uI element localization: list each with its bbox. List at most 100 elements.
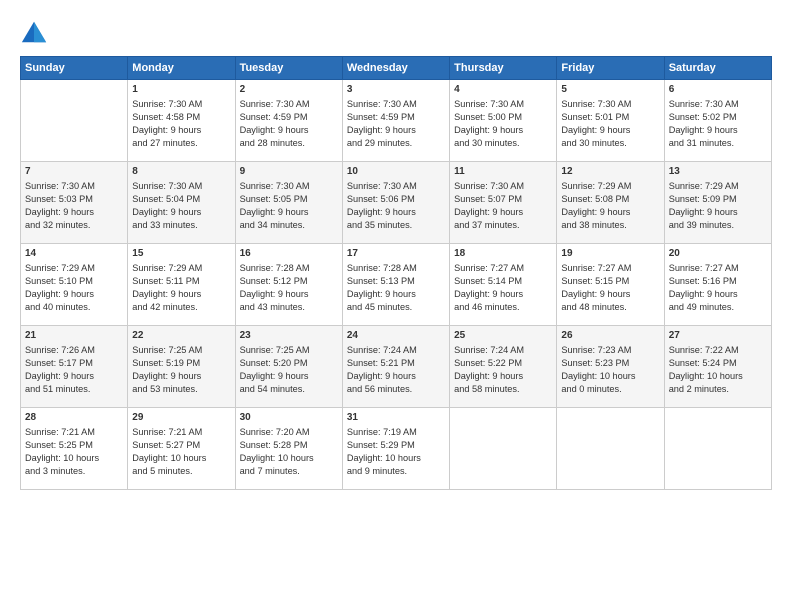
cell-line: Sunset: 5:27 PM <box>132 439 230 452</box>
cell-line: Daylight: 9 hours <box>347 288 445 301</box>
cell-line: Daylight: 10 hours <box>669 370 767 383</box>
cell-content: 7Sunrise: 7:30 AMSunset: 5:03 PMDaylight… <box>25 165 123 232</box>
calendar-cell: 26Sunrise: 7:23 AMSunset: 5:23 PMDayligh… <box>557 326 664 408</box>
cell-line: Sunrise: 7:26 AM <box>25 344 123 357</box>
cell-line: and 5 minutes. <box>132 465 230 478</box>
week-row-3: 21Sunrise: 7:26 AMSunset: 5:17 PMDayligh… <box>21 326 772 408</box>
day-number: 26 <box>561 329 659 343</box>
cell-line: Daylight: 9 hours <box>25 288 123 301</box>
page: SundayMondayTuesdayWednesdayThursdayFrid… <box>0 0 792 612</box>
calendar-cell: 13Sunrise: 7:29 AMSunset: 5:09 PMDayligh… <box>664 162 771 244</box>
cell-line: Sunset: 4:58 PM <box>132 111 230 124</box>
calendar-cell: 7Sunrise: 7:30 AMSunset: 5:03 PMDaylight… <box>21 162 128 244</box>
cell-content: 13Sunrise: 7:29 AMSunset: 5:09 PMDayligh… <box>669 165 767 232</box>
cell-content: 21Sunrise: 7:26 AMSunset: 5:17 PMDayligh… <box>25 329 123 396</box>
calendar-cell: 12Sunrise: 7:29 AMSunset: 5:08 PMDayligh… <box>557 162 664 244</box>
cell-content: 1Sunrise: 7:30 AMSunset: 4:58 PMDaylight… <box>132 83 230 150</box>
cell-content: 9Sunrise: 7:30 AMSunset: 5:05 PMDaylight… <box>240 165 338 232</box>
cell-line: Sunset: 5:14 PM <box>454 275 552 288</box>
day-number: 23 <box>240 329 338 343</box>
day-number: 5 <box>561 83 659 97</box>
cell-line: Sunset: 5:08 PM <box>561 193 659 206</box>
cell-line: Sunrise: 7:30 AM <box>669 98 767 111</box>
header-cell-saturday: Saturday <box>664 57 771 80</box>
cell-line: Sunset: 5:10 PM <box>25 275 123 288</box>
week-row-2: 14Sunrise: 7:29 AMSunset: 5:10 PMDayligh… <box>21 244 772 326</box>
cell-line: Sunset: 5:21 PM <box>347 357 445 370</box>
cell-line: and 32 minutes. <box>25 219 123 232</box>
cell-content: 29Sunrise: 7:21 AMSunset: 5:27 PMDayligh… <box>132 411 230 478</box>
cell-line: Sunset: 5:05 PM <box>240 193 338 206</box>
cell-line: Sunrise: 7:27 AM <box>669 262 767 275</box>
cell-line: Daylight: 9 hours <box>240 370 338 383</box>
cell-line: Sunset: 5:11 PM <box>132 275 230 288</box>
calendar-cell: 25Sunrise: 7:24 AMSunset: 5:22 PMDayligh… <box>450 326 557 408</box>
calendar-cell: 15Sunrise: 7:29 AMSunset: 5:11 PMDayligh… <box>128 244 235 326</box>
cell-line: Sunrise: 7:30 AM <box>240 180 338 193</box>
cell-content: 14Sunrise: 7:29 AMSunset: 5:10 PMDayligh… <box>25 247 123 314</box>
header <box>20 18 772 46</box>
cell-line: Sunrise: 7:30 AM <box>454 180 552 193</box>
cell-line: Daylight: 9 hours <box>669 206 767 219</box>
cell-line: Sunrise: 7:24 AM <box>454 344 552 357</box>
cell-line: Daylight: 9 hours <box>347 206 445 219</box>
day-number: 17 <box>347 247 445 261</box>
day-number: 25 <box>454 329 552 343</box>
cell-line: and 33 minutes. <box>132 219 230 232</box>
logo-icon <box>20 18 48 46</box>
cell-line: and 58 minutes. <box>454 383 552 396</box>
cell-content: 10Sunrise: 7:30 AMSunset: 5:06 PMDayligh… <box>347 165 445 232</box>
day-number: 4 <box>454 83 552 97</box>
calendar-cell: 31Sunrise: 7:19 AMSunset: 5:29 PMDayligh… <box>342 408 449 490</box>
cell-line: Daylight: 9 hours <box>132 124 230 137</box>
day-number: 10 <box>347 165 445 179</box>
cell-content: 5Sunrise: 7:30 AMSunset: 5:01 PMDaylight… <box>561 83 659 150</box>
calendar-cell: 8Sunrise: 7:30 AMSunset: 5:04 PMDaylight… <box>128 162 235 244</box>
cell-line: Sunset: 5:07 PM <box>454 193 552 206</box>
cell-line: Sunrise: 7:21 AM <box>25 426 123 439</box>
cell-line: Sunrise: 7:20 AM <box>240 426 338 439</box>
calendar-cell: 29Sunrise: 7:21 AMSunset: 5:27 PMDayligh… <box>128 408 235 490</box>
cell-line: and 45 minutes. <box>347 301 445 314</box>
calendar-cell: 16Sunrise: 7:28 AMSunset: 5:12 PMDayligh… <box>235 244 342 326</box>
cell-content: 28Sunrise: 7:21 AMSunset: 5:25 PMDayligh… <box>25 411 123 478</box>
calendar-cell: 4Sunrise: 7:30 AMSunset: 5:00 PMDaylight… <box>450 80 557 162</box>
day-number: 2 <box>240 83 338 97</box>
calendar-cell: 5Sunrise: 7:30 AMSunset: 5:01 PMDaylight… <box>557 80 664 162</box>
cell-line: Sunrise: 7:27 AM <box>561 262 659 275</box>
cell-content: 22Sunrise: 7:25 AMSunset: 5:19 PMDayligh… <box>132 329 230 396</box>
calendar-cell: 19Sunrise: 7:27 AMSunset: 5:15 PMDayligh… <box>557 244 664 326</box>
cell-content: 19Sunrise: 7:27 AMSunset: 5:15 PMDayligh… <box>561 247 659 314</box>
cell-line: Daylight: 9 hours <box>132 206 230 219</box>
week-row-1: 7Sunrise: 7:30 AMSunset: 5:03 PMDaylight… <box>21 162 772 244</box>
cell-line: Sunset: 5:20 PM <box>240 357 338 370</box>
cell-line: Sunrise: 7:30 AM <box>240 98 338 111</box>
cell-line: and 38 minutes. <box>561 219 659 232</box>
cell-line: Sunrise: 7:19 AM <box>347 426 445 439</box>
cell-line: Sunset: 5:19 PM <box>132 357 230 370</box>
cell-line: Sunrise: 7:27 AM <box>454 262 552 275</box>
cell-line: Sunset: 5:04 PM <box>132 193 230 206</box>
cell-line: and 37 minutes. <box>454 219 552 232</box>
cell-content: 24Sunrise: 7:24 AMSunset: 5:21 PMDayligh… <box>347 329 445 396</box>
cell-line: Sunrise: 7:30 AM <box>347 98 445 111</box>
cell-line: Daylight: 9 hours <box>240 124 338 137</box>
cell-content: 23Sunrise: 7:25 AMSunset: 5:20 PMDayligh… <box>240 329 338 396</box>
cell-line: Sunrise: 7:21 AM <box>132 426 230 439</box>
cell-line: Daylight: 9 hours <box>669 288 767 301</box>
cell-line: Daylight: 9 hours <box>25 206 123 219</box>
cell-line: Sunrise: 7:23 AM <box>561 344 659 357</box>
day-number: 20 <box>669 247 767 261</box>
cell-content: 27Sunrise: 7:22 AMSunset: 5:24 PMDayligh… <box>669 329 767 396</box>
header-cell-tuesday: Tuesday <box>235 57 342 80</box>
cell-line: Daylight: 9 hours <box>561 206 659 219</box>
cell-line: Daylight: 9 hours <box>561 124 659 137</box>
cell-line: and 30 minutes. <box>561 137 659 150</box>
cell-line: and 54 minutes. <box>240 383 338 396</box>
day-number: 6 <box>669 83 767 97</box>
cell-content: 25Sunrise: 7:24 AMSunset: 5:22 PMDayligh… <box>454 329 552 396</box>
cell-line: Sunset: 5:22 PM <box>454 357 552 370</box>
cell-line: Sunrise: 7:25 AM <box>132 344 230 357</box>
day-number: 27 <box>669 329 767 343</box>
calendar-cell <box>450 408 557 490</box>
